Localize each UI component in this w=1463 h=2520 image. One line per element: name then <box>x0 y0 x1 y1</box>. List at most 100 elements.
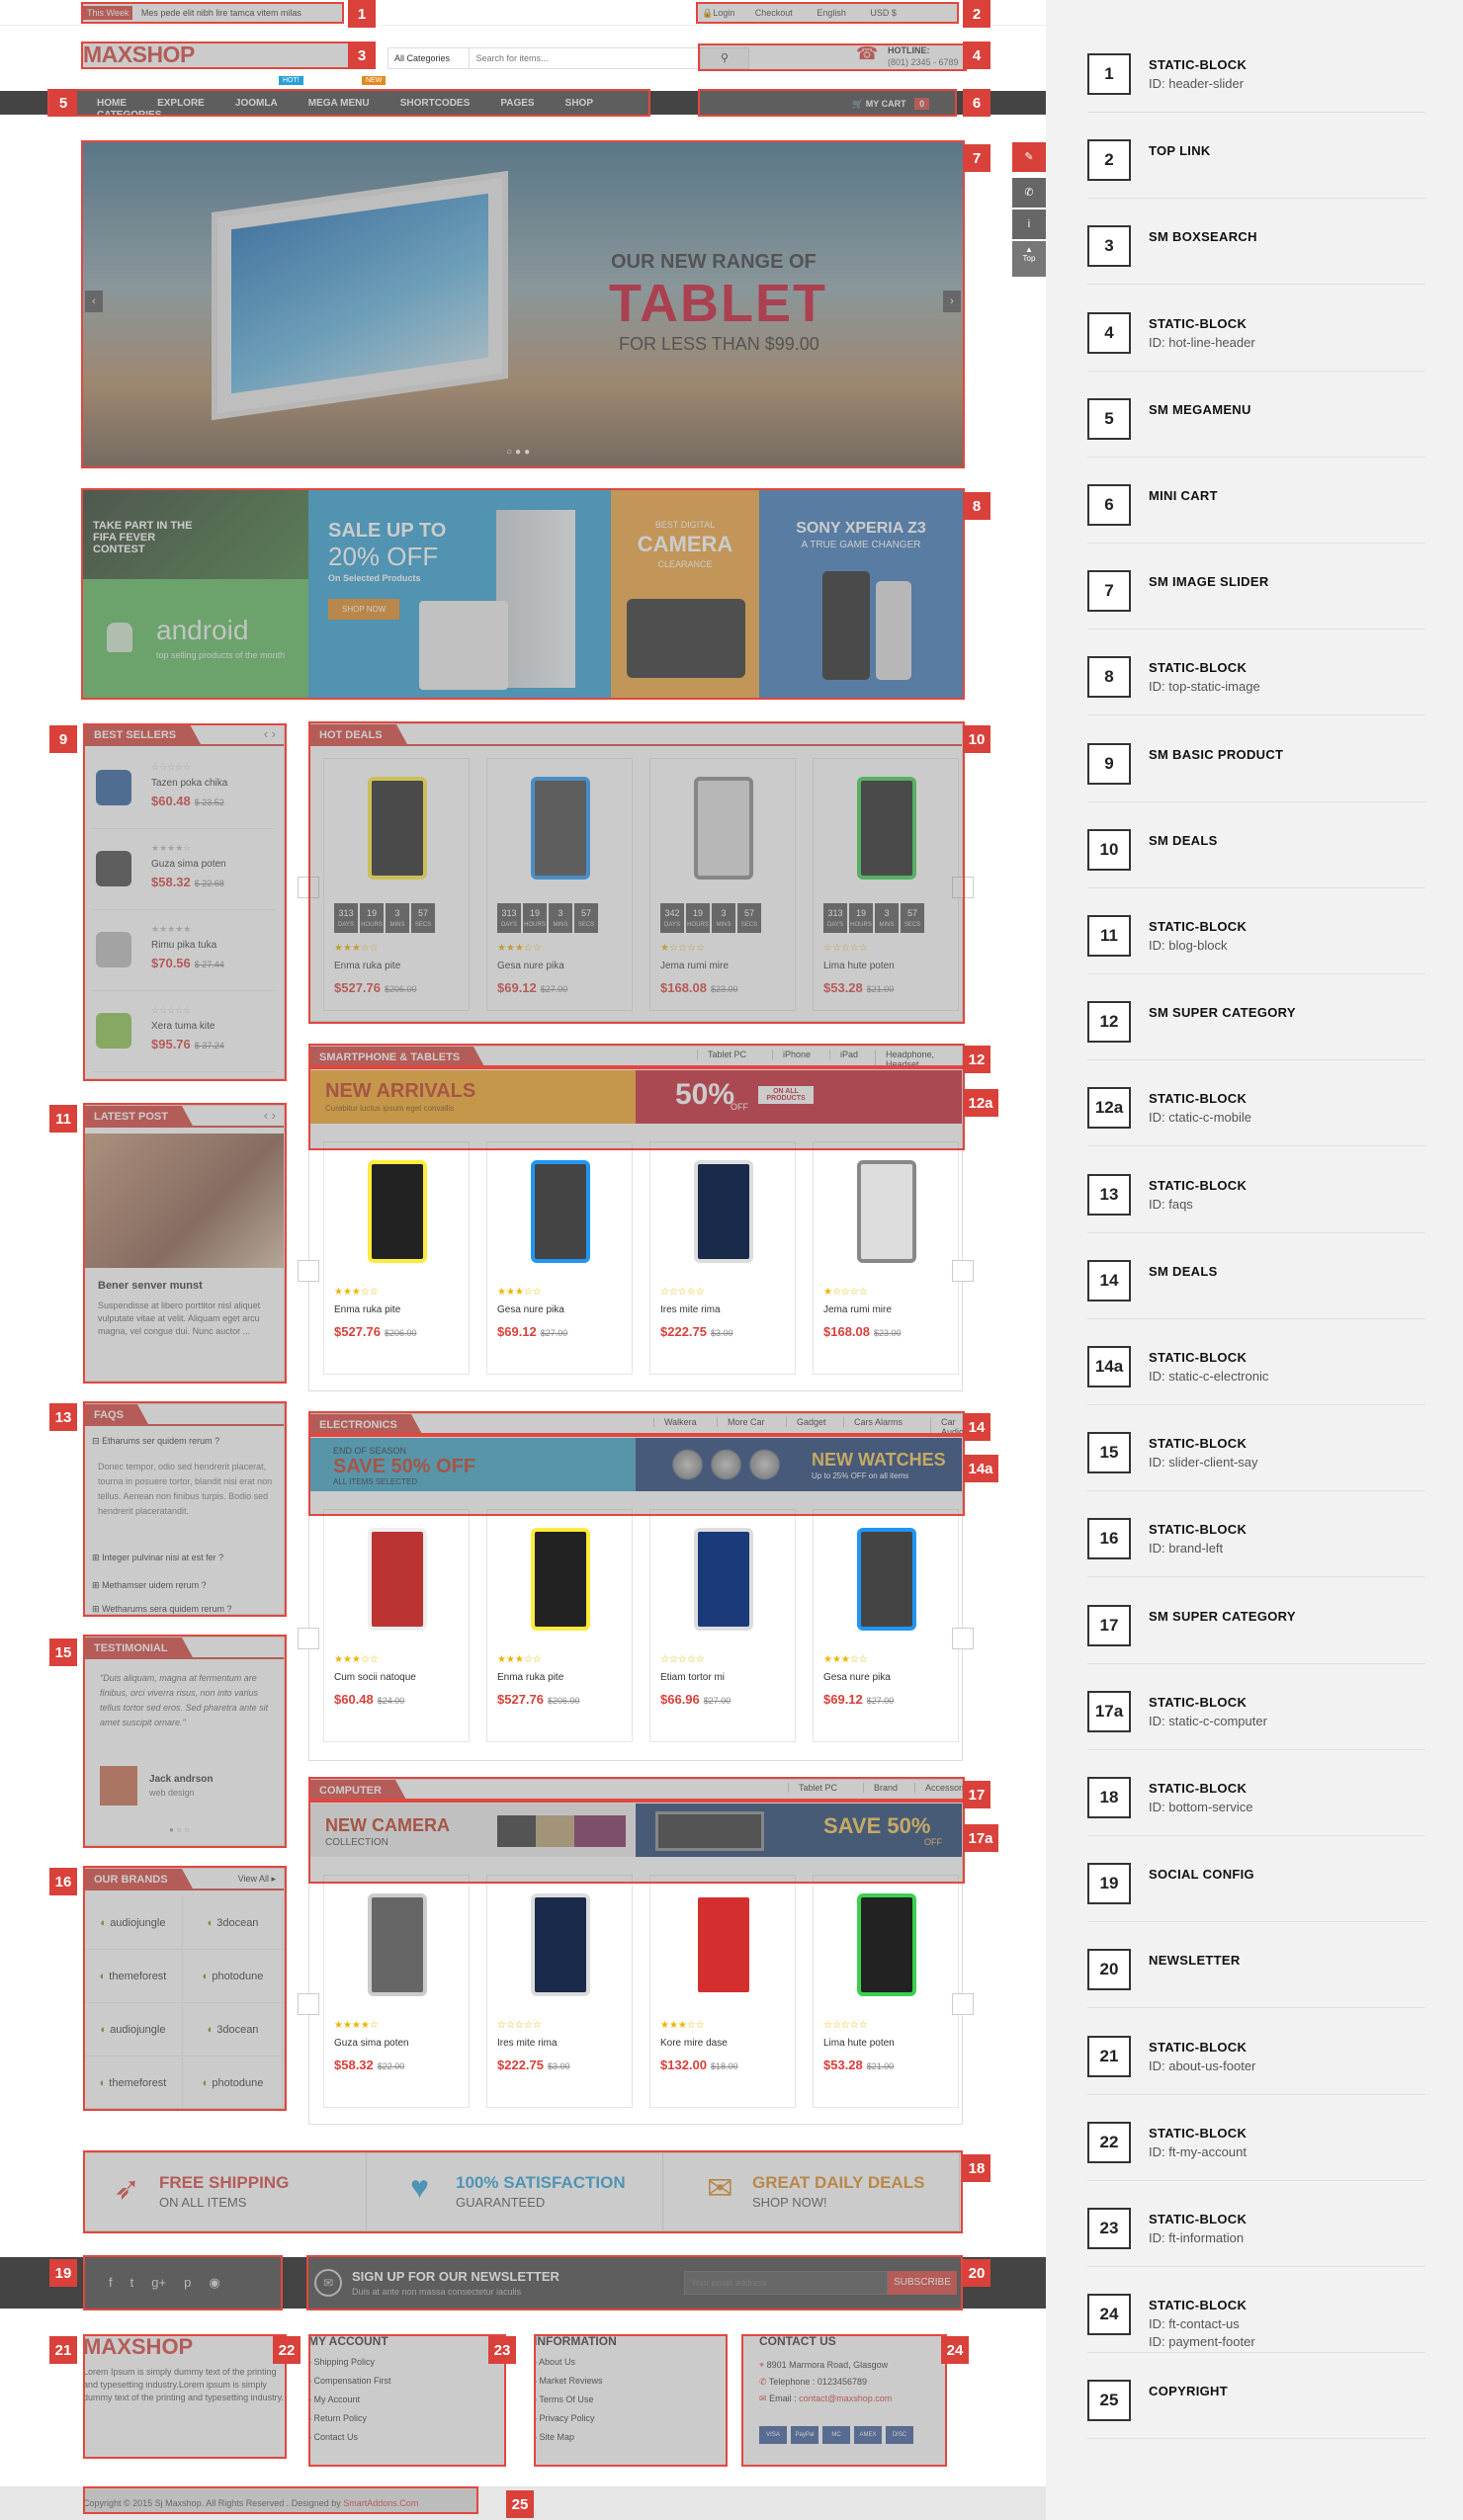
region-marker: 11 <box>49 1105 77 1133</box>
legend-title: SM SUPER CATEGORY <box>1149 1005 1296 1021</box>
product-price: $69.12 $27.00 <box>823 1692 895 1707</box>
product-name[interactable]: Jema rumi mire <box>823 1304 892 1315</box>
legend-number: 23 <box>1087 2208 1131 2249</box>
legend-title: STATIC-BLOCK <box>1149 2298 1248 2313</box>
product-card[interactable]: ☆☆☆☆☆ Ires mite rima $222.75 $3.00 <box>486 1875 633 2108</box>
product-name[interactable]: Ires mite rima <box>497 2038 558 2049</box>
product-image[interactable] <box>857 1893 916 1996</box>
legend-title: SOCIAL CONFIG <box>1149 1867 1254 1883</box>
carousel-next-arrow[interactable] <box>952 1260 974 1282</box>
highlight-border <box>81 140 965 468</box>
legend-title: SM DEALS <box>1149 1263 1218 1279</box>
highlight-border <box>698 43 967 71</box>
carousel-next-arrow[interactable] <box>952 1993 974 2015</box>
wrench-icon[interactable]: ✎ <box>1012 142 1046 172</box>
product-card[interactable]: ★★★☆☆ Cum socii natoque $60.48 $24.00 <box>323 1509 470 1742</box>
product-image[interactable] <box>368 1893 427 1996</box>
product-name[interactable]: Ires mite rima <box>660 1304 721 1315</box>
carousel-prev-arrow[interactable] <box>298 1628 319 1649</box>
product-image[interactable] <box>531 1160 590 1263</box>
legend-item: 4 STATIC-BLOCK ID: hot-line-header <box>1087 302 1425 372</box>
product-price: $69.12 $27.00 <box>497 1324 568 1339</box>
product-image[interactable] <box>694 1160 753 1263</box>
legend-item: 25 COPYRIGHT <box>1087 2370 1425 2440</box>
product-card[interactable]: ★★★☆☆ Kore mire dase $132.00 $18.00 <box>649 1875 796 2108</box>
legend-item: 6 MINI CART <box>1087 474 1425 544</box>
legend-item: 13 STATIC-BLOCK ID: faqs <box>1087 1164 1425 1233</box>
region-marker: 8 <box>963 492 990 520</box>
highlight-border <box>81 488 965 700</box>
product-name[interactable]: Guza sima poten <box>334 2038 409 2049</box>
highlight-border <box>83 1866 287 2111</box>
product-image[interactable] <box>368 1160 427 1263</box>
region-marker: 22 <box>273 2336 301 2364</box>
product-image[interactable] <box>368 1528 427 1631</box>
product-card[interactable]: ☆☆☆☆☆ Ires mite rima $222.75 $3.00 <box>649 1141 796 1375</box>
legend-item: 1 STATIC-BLOCK ID: header-slider <box>1087 43 1425 113</box>
highlight-border <box>81 2 344 24</box>
product-image[interactable] <box>694 1893 753 1996</box>
product-name[interactable]: Gesa nure pika <box>497 1304 564 1315</box>
highlight-border <box>83 2334 287 2459</box>
product-name[interactable]: Enma ruka pite <box>334 1304 400 1315</box>
search-input[interactable] <box>475 53 684 63</box>
product-card[interactable]: ★★★★☆ Guza sima poten $58.32 $22.00 <box>323 1875 470 2108</box>
legend-number: 14 <box>1087 1259 1131 1302</box>
legend-number: 12a <box>1087 1087 1131 1130</box>
product-name[interactable]: Enma ruka pite <box>497 1672 563 1683</box>
megaphone-icon[interactable]: ✆ <box>1012 178 1046 208</box>
highlight-border <box>47 89 650 117</box>
back-to-top-button[interactable]: ▲ Top <box>1012 241 1046 277</box>
product-card[interactable]: ☆☆☆☆☆ Lima hute poten $53.28 $21.00 <box>813 1875 959 2108</box>
carousel-prev-arrow[interactable] <box>298 1993 319 2015</box>
legend-number: 12 <box>1087 1001 1131 1044</box>
carousel-prev-arrow[interactable] <box>298 1260 319 1282</box>
product-card[interactable]: ★★★☆☆ Enma ruka pite $527.76 $206.00 <box>323 1141 470 1375</box>
legend-item: 18 STATIC-BLOCK ID: bottom-service <box>1087 1767 1425 1836</box>
legend-id: ID: payment-footer <box>1149 2334 1255 2350</box>
product-name[interactable]: Etiam tortor mi <box>660 1672 725 1683</box>
product-image[interactable] <box>531 1528 590 1631</box>
highlight-border <box>81 42 370 69</box>
region-marker: 16 <box>49 1868 77 1895</box>
product-stars: ★★★☆☆ <box>497 1654 542 1665</box>
highlight-border <box>308 1435 965 1516</box>
legend-item: 24 STATIC-BLOCK ID: ft-contact-us ID: payme… <box>1087 2284 1425 2354</box>
highlight-border <box>83 2150 963 2233</box>
legend-title: STATIC-BLOCK <box>1149 1091 1248 1107</box>
product-image[interactable] <box>531 1893 590 1996</box>
carousel-next-arrow[interactable] <box>952 1628 974 1649</box>
legend-title: STATIC-BLOCK <box>1149 1781 1248 1796</box>
legend-id: ID: header-slider <box>1149 76 1245 91</box>
product-name[interactable]: Lima hute poten <box>823 2038 895 2049</box>
product-image[interactable] <box>857 1528 916 1631</box>
legend-id: ID: static-c-electronic <box>1149 1369 1269 1384</box>
legend-title: STATIC-BLOCK <box>1149 2039 1248 2055</box>
info-icon[interactable]: i <box>1012 210 1046 239</box>
product-card[interactable]: ★★★☆☆ Gesa nure pika $69.12 $27.00 <box>486 1141 633 1375</box>
product-name[interactable]: Gesa nure pika <box>823 1672 891 1683</box>
legend-title: SM MEGAMENU <box>1149 401 1251 417</box>
product-card[interactable]: ★★★☆☆ Gesa nure pika $69.12 $27.00 <box>813 1509 959 1742</box>
product-price: $222.75 $3.00 <box>660 1324 733 1339</box>
product-name[interactable]: Cum socii natoque <box>334 1672 416 1683</box>
product-image[interactable] <box>857 1160 916 1263</box>
product-card[interactable]: ☆☆☆☆☆ Etiam tortor mi $66.96 $27.00 <box>649 1509 796 1742</box>
legend-title: STATIC-BLOCK <box>1149 57 1248 72</box>
product-image[interactable] <box>694 1528 753 1631</box>
legend-number: 19 <box>1087 1863 1131 1905</box>
legend-item: 16 STATIC-BLOCK ID: brand-left <box>1087 1508 1425 1578</box>
product-name[interactable]: Kore mire dase <box>660 2038 728 2049</box>
highlight-border <box>534 2334 728 2467</box>
highlight-border <box>308 1777 965 1801</box>
legend-id: ID: ctatic-c-mobile <box>1149 1110 1252 1126</box>
region-marker: 17a <box>963 1824 998 1852</box>
highlight-border <box>83 1635 287 1848</box>
legend-number: 5 <box>1087 397 1131 440</box>
product-price: $168.08 $23.00 <box>823 1324 902 1339</box>
product-card[interactable]: ★☆☆☆☆ Jema rumi mire $168.08 $23.00 <box>813 1141 959 1375</box>
product-card[interactable]: ★★★☆☆ Enma ruka pite $527.76 $206.00 <box>486 1509 633 1742</box>
highlight-border <box>308 1044 965 1067</box>
legend-id: ID: faqs <box>1149 1196 1193 1212</box>
search-category-select[interactable]: All Categories <box>388 48 470 68</box>
